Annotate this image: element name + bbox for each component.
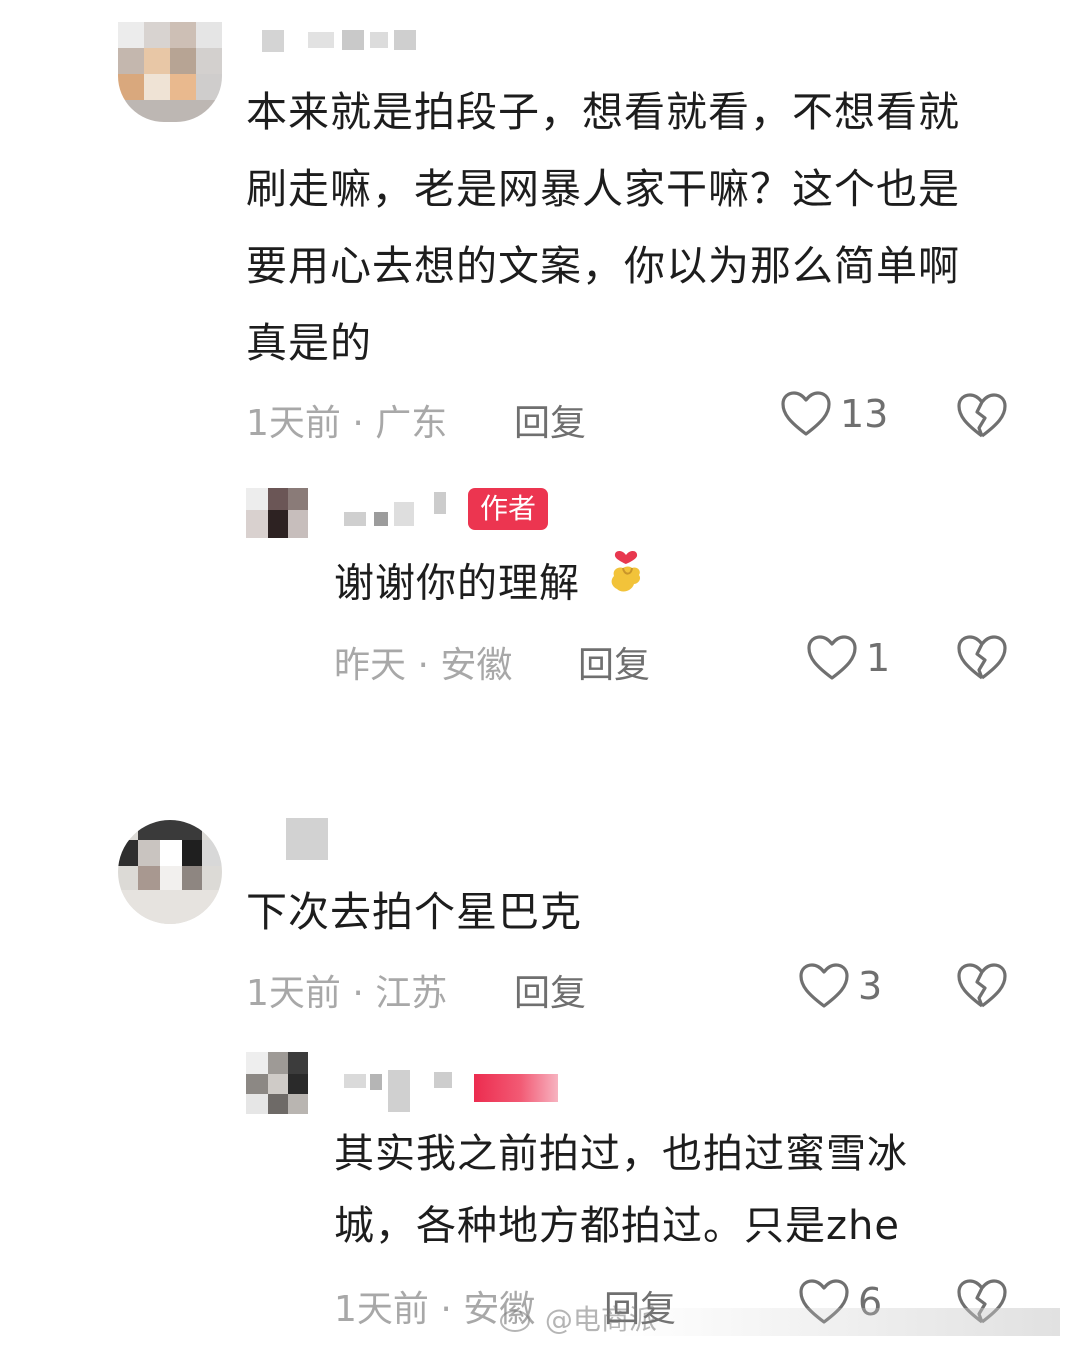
like-count: 1 <box>866 636 891 680</box>
reply-text: 其实我之前拍过，也拍过蜜雪冰城，各种地方都拍过。只是zhe <box>334 1131 908 1249</box>
watermark: @电商派 <box>500 1298 657 1338</box>
heart-hands-emoji <box>604 542 648 621</box>
like-count: 3 <box>858 964 883 1008</box>
comment-meta: 1天前 · 江苏 <box>246 973 448 1014</box>
avatar[interactable] <box>118 820 222 924</box>
reply-button[interactable]: 回复 <box>514 964 586 1016</box>
reply-avatar[interactable] <box>246 1052 308 1114</box>
broken-heart-icon <box>957 393 1007 438</box>
reply-meta: 昨天 · 安徽 <box>334 645 513 686</box>
heart-outline-icon <box>807 635 857 680</box>
broken-heart-icon <box>957 963 1007 1008</box>
like-button[interactable]: 1 <box>806 634 890 682</box>
reply-username-blurred[interactable] <box>344 1066 464 1114</box>
heart-outline-icon <box>799 963 849 1008</box>
blurred-badge <box>474 1074 558 1102</box>
reply-text-content: 谢谢你的理解 <box>334 560 580 607</box>
avatar[interactable] <box>118 22 222 122</box>
reply-username-blurred[interactable] <box>344 492 464 528</box>
dislike-button[interactable] <box>956 392 1008 444</box>
reply-button[interactable]: 回复 <box>514 394 586 446</box>
reply-avatar[interactable] <box>246 488 308 538</box>
broken-heart-icon <box>957 635 1007 680</box>
author-badge: 作者 <box>468 488 549 530</box>
heart-outline-icon <box>781 391 831 436</box>
dislike-button[interactable] <box>956 634 1008 686</box>
like-count: 13 <box>840 392 889 436</box>
like-button[interactable]: 3 <box>798 962 882 1010</box>
dislike-button[interactable] <box>956 962 1008 1014</box>
reply-text: 谢谢你的理解 <box>334 546 954 625</box>
comment-meta: 1天前 · 广东 <box>246 403 448 444</box>
weibo-icon <box>500 1310 530 1332</box>
username-blurred[interactable] <box>286 818 330 862</box>
reply-button[interactable]: 回复 <box>578 636 650 688</box>
watermark-text: @电商派 <box>544 1303 657 1336</box>
comment-text: 本来就是拍段子，想看就看，不想看就刷走嘛，老是网暴人家干嘛？这个也是要用心去想的… <box>246 88 960 367</box>
like-button[interactable]: 13 <box>780 390 888 438</box>
watermark-fade-bar <box>620 1308 1060 1336</box>
comment-text: 下次去拍个星巴克 <box>246 888 582 936</box>
username-blurred[interactable] <box>262 28 422 54</box>
